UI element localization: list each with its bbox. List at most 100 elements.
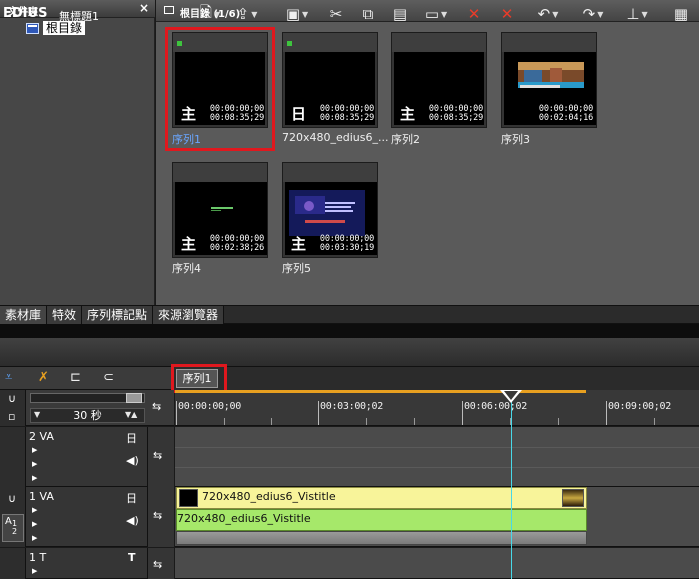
delete-button[interactable]: ✕ bbox=[462, 3, 486, 25]
storyboard-icon: ▦ bbox=[673, 5, 689, 23]
selection-highlight bbox=[171, 364, 227, 393]
storyboard-button[interactable]: ▦ bbox=[664, 3, 698, 25]
clip-thumbnail[interactable]: 主 00:00:00;00 00:02:38;26 bbox=[172, 162, 268, 258]
bin-folder-icon bbox=[164, 6, 174, 14]
clip-timecode-duration: 00:08:35;29 bbox=[319, 113, 374, 123]
chevron-down-icon[interactable]: ▼▲ bbox=[125, 410, 137, 419]
track-swap-icon[interactable]: ⇆ bbox=[153, 558, 162, 571]
audio-waveform[interactable] bbox=[176, 531, 587, 545]
ripple-icon: ▭ bbox=[424, 5, 440, 23]
sequence-type-icon: 主 bbox=[181, 235, 197, 253]
clip-in-thumbnail bbox=[179, 489, 198, 507]
track-header-1va[interactable]: ∪ A 1 2 1 VA 日 ▶ ▶ ◀) ▶ ⇆ bbox=[0, 487, 174, 547]
tab-bin[interactable]: 素材庫 bbox=[0, 306, 48, 325]
clip-name[interactable]: 720x480_edius6_... bbox=[282, 131, 389, 144]
expand-icon[interactable]: ▶ bbox=[32, 446, 37, 454]
copy-icon: ⧉ bbox=[362, 5, 374, 23]
ruler-tick-label: 00:09:00;02 bbox=[608, 401, 671, 412]
chevron-down-icon[interactable]: ▼ bbox=[34, 410, 40, 419]
video-type-icon: 日 bbox=[291, 105, 307, 123]
undo-icon: ↶ bbox=[537, 5, 551, 23]
paste-button[interactable]: ▤ bbox=[390, 3, 410, 25]
save-icon: ▣ bbox=[285, 5, 301, 23]
track-swap-icon[interactable]: ⇆ bbox=[153, 509, 162, 522]
expand-icon[interactable]: ▶ bbox=[32, 534, 37, 542]
selection-highlight bbox=[165, 27, 275, 151]
video-track-icon[interactable]: 日 bbox=[126, 430, 137, 446]
video-track-icon[interactable]: 日 bbox=[126, 490, 137, 506]
clip-name[interactable]: 序列2 bbox=[391, 131, 420, 147]
clip-name[interactable]: 序列4 bbox=[172, 260, 201, 276]
playhead-handle-inner bbox=[504, 391, 518, 400]
audio-channel-label[interactable]: A bbox=[5, 516, 12, 527]
track-swap-icon[interactable]: ⇆ bbox=[153, 449, 162, 462]
folder-icon bbox=[26, 22, 39, 34]
chevron-down-icon: ▼ bbox=[641, 9, 648, 19]
app-name: EDIUS bbox=[3, 6, 48, 21]
chevron-down-icon: ▼ bbox=[302, 9, 309, 19]
tab-source-browser[interactable]: 來源瀏覽器 bbox=[153, 306, 225, 325]
track-header-toolbar: ⩡ ✗ ⊏ ⊂ bbox=[0, 367, 174, 390]
redo-icon: ↷ bbox=[582, 5, 596, 23]
audio-clip-label: 720x480_edius6_Vistitle bbox=[177, 512, 311, 525]
audio-icon[interactable]: ◀) bbox=[126, 454, 139, 467]
chevron-down-icon: ▼ bbox=[213, 9, 221, 19]
sequence-type-icon: 主 bbox=[291, 235, 307, 253]
clip-timecode-duration: 00:08:35;29 bbox=[428, 113, 483, 123]
sync-icon[interactable]: ✗ bbox=[38, 370, 49, 386]
track-mode-icon[interactable]: ⩡ bbox=[5, 370, 12, 386]
clip-thumbnail[interactable]: 主 00:00:00;00 00:08:35;29 bbox=[391, 32, 487, 128]
new-sequence-icon: 🗋 bbox=[199, 2, 212, 21]
bin-tabs: 素材庫 特效 序列標記點 來源瀏覽器 bbox=[0, 305, 699, 325]
clip-name[interactable]: 序列5 bbox=[282, 260, 311, 276]
open-button[interactable]: ⇪ ▼ bbox=[232, 3, 262, 25]
new-sequence-button[interactable]: 🗋 ▼ bbox=[195, 3, 225, 25]
track-area-2va[interactable] bbox=[175, 427, 699, 487]
clip-timecode-duration: 00:03:30;19 bbox=[319, 243, 374, 253]
lock-icon[interactable]: ∪ bbox=[8, 392, 16, 405]
tab-sequence-markers[interactable]: 序列標記點 bbox=[82, 306, 154, 325]
clip-name[interactable]: 序列3 bbox=[501, 131, 530, 147]
title-track-icon[interactable]: T bbox=[128, 551, 136, 564]
undo-button[interactable]: ↶ ▼ bbox=[531, 3, 565, 25]
clip-thumbnail[interactable]: 00:00:00;00 00:02:04;16 bbox=[501, 32, 597, 128]
save-button[interactable]: ▣ ▼ bbox=[282, 3, 312, 25]
chevron-down-icon: ▼ bbox=[552, 9, 559, 19]
ripple-delete-icon: ✕ bbox=[500, 5, 514, 23]
track-area-1t[interactable] bbox=[175, 548, 699, 579]
track-toggle-icon[interactable]: ▫ bbox=[8, 410, 15, 423]
expand-icon[interactable]: ▶ bbox=[32, 520, 37, 528]
tab-effects[interactable]: 特效 bbox=[47, 306, 83, 325]
expand-icon[interactable]: ▶ bbox=[32, 460, 37, 468]
track-header-2va[interactable]: 2 VA 日 ▶ ▶ ◀) ▶ ⇆ bbox=[0, 427, 174, 487]
close-icon[interactable]: × bbox=[139, 1, 149, 15]
copy-button[interactable]: ⧉ bbox=[358, 3, 378, 25]
snap-button[interactable]: ⊥ ▼ bbox=[620, 3, 654, 25]
ruler-tick-label: 00:03:00;02 bbox=[320, 401, 383, 412]
clip-out-thumbnail bbox=[562, 489, 584, 507]
track-header-1t[interactable]: 1 T T ▶ ⇆ bbox=[0, 548, 174, 579]
folder-panel: 文件夾 × 根目錄 bbox=[0, 0, 155, 305]
cut-button[interactable]: ✂ bbox=[326, 3, 346, 25]
lock-icon[interactable]: ∪ bbox=[8, 492, 16, 505]
clip-thumbnail[interactable]: 日 00:00:00;00 00:08:35;29 bbox=[282, 32, 378, 128]
sequence-tab-bar bbox=[174, 367, 699, 390]
redo-button[interactable]: ↷ ▼ bbox=[576, 3, 610, 25]
expand-icon[interactable]: ▶ bbox=[32, 506, 37, 514]
playhead-line[interactable] bbox=[511, 395, 512, 579]
ripple-delete-button[interactable]: ✕ bbox=[495, 3, 519, 25]
ruler-tick-label: 00:00:00;00 bbox=[178, 401, 241, 412]
expand-icon[interactable]: ▶ bbox=[32, 567, 37, 575]
expand-icon[interactable]: ▶ bbox=[32, 474, 37, 482]
audio-icon[interactable]: ◀) bbox=[126, 514, 139, 527]
panel-divider bbox=[0, 324, 699, 338]
clip-thumbnail[interactable]: 主 00:00:00;00 00:03:30;19 bbox=[282, 162, 378, 258]
clip-timecode-duration: 00:02:04;16 bbox=[538, 113, 593, 123]
chevron-down-icon: ▼ bbox=[597, 9, 604, 19]
chevron-down-icon: ▼ bbox=[251, 9, 258, 19]
group-icon[interactable]: ⊂ bbox=[103, 370, 114, 386]
clip-link-icon[interactable]: ⊏ bbox=[70, 370, 81, 386]
zoom-slider-thumb[interactable] bbox=[126, 393, 142, 403]
track-swap-icon[interactable]: ⇆ bbox=[152, 400, 161, 413]
ripple-button[interactable]: ▭ ▼ bbox=[420, 3, 452, 25]
